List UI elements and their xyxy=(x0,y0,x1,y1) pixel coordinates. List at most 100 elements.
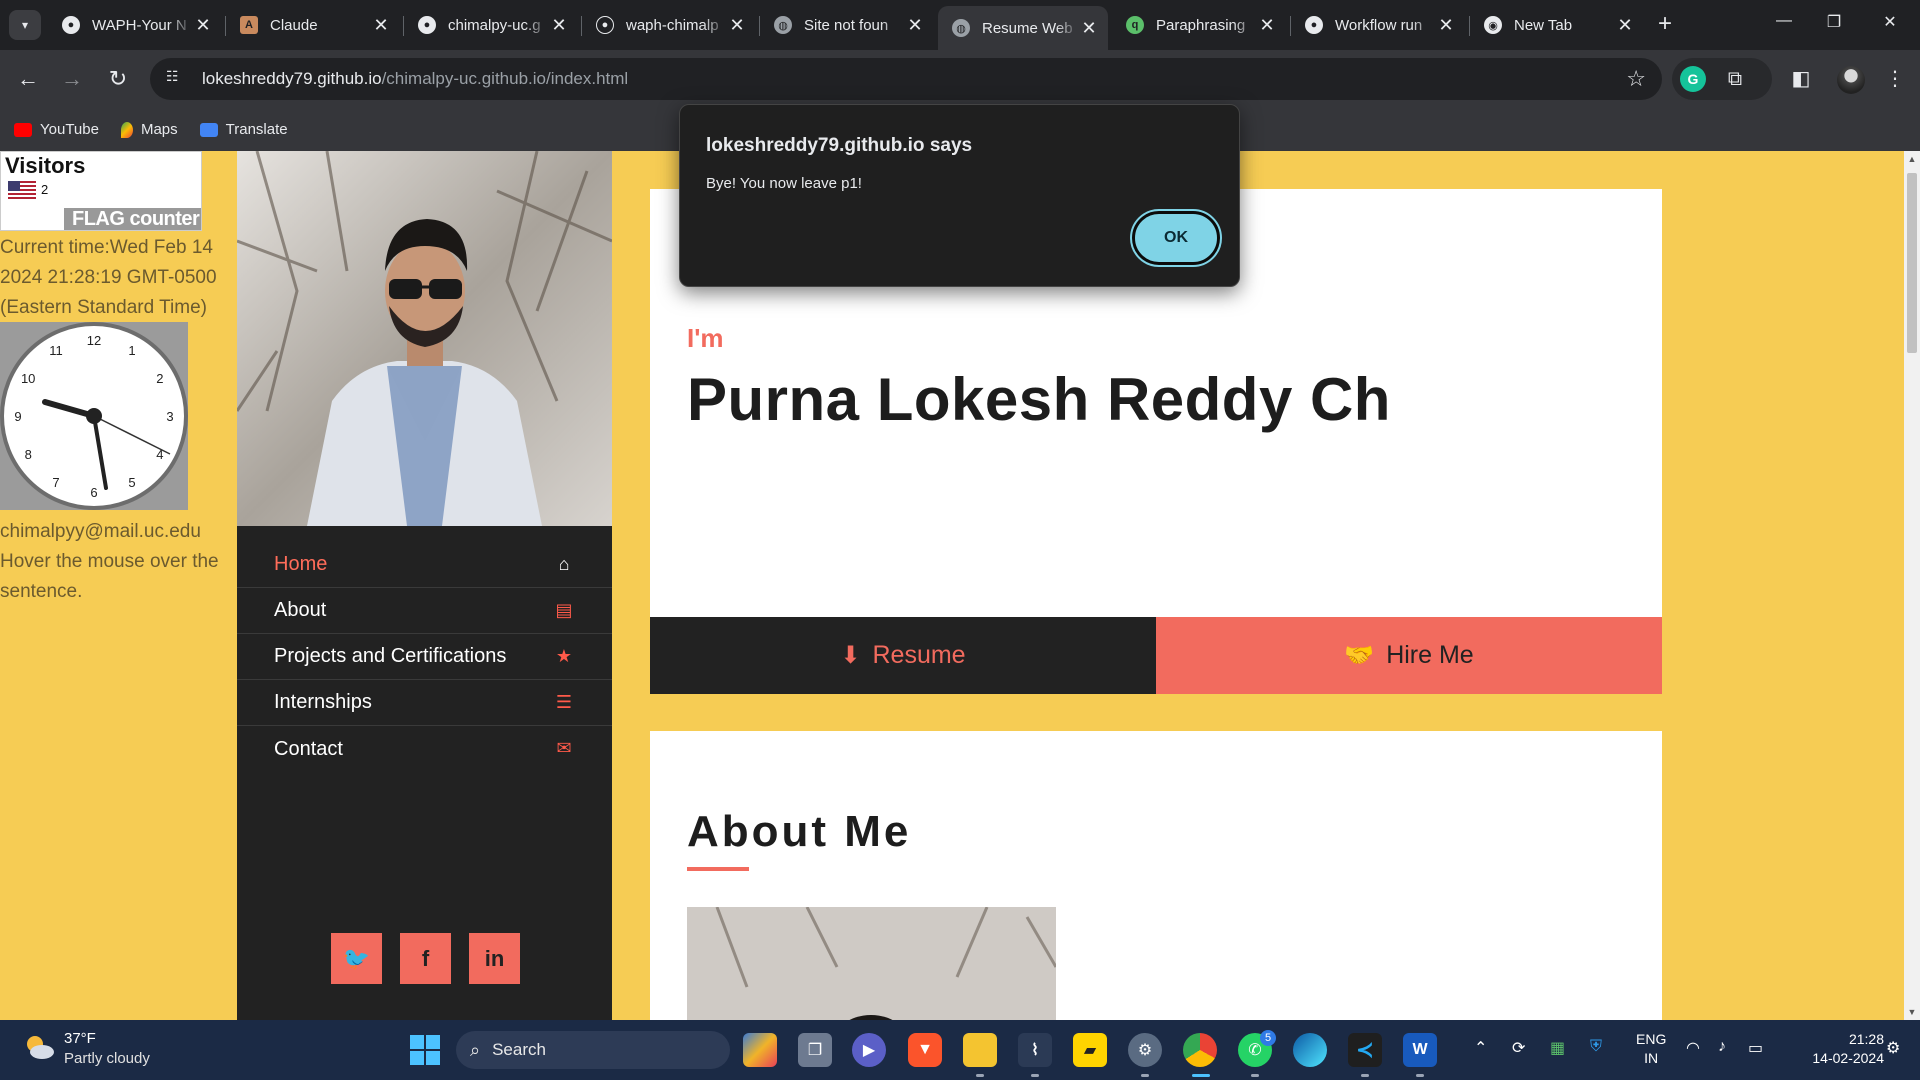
scroll-up-icon[interactable]: ▲ xyxy=(1904,154,1920,164)
new-tab-button[interactable]: + xyxy=(1652,12,1678,38)
linkedin-button[interactable]: in xyxy=(469,933,520,984)
word-icon[interactable]: W xyxy=(1403,1033,1437,1067)
close-icon[interactable]: ✕ xyxy=(550,15,568,36)
weather-description[interactable]: Partly cloudy xyxy=(64,1050,150,1067)
globe-icon: ◍ xyxy=(952,19,970,37)
close-icon[interactable]: ✕ xyxy=(1616,15,1634,36)
settings-gear-icon[interactable]: ⚙ xyxy=(1128,1033,1162,1067)
grammarly-icon[interactable]: G xyxy=(1680,66,1706,92)
system-clock[interactable]: 21:28 14-02-2024 xyxy=(1812,1030,1884,1068)
tab-search-button[interactable]: ▾ xyxy=(9,10,41,40)
tab-site-not-found[interactable]: ◍ Site not foun ✕ xyxy=(760,8,934,42)
scrollbar-thumb[interactable] xyxy=(1907,173,1917,353)
scroll-down-icon[interactable]: ▼ xyxy=(1904,1007,1920,1017)
close-icon[interactable]: ✕ xyxy=(194,15,212,36)
github-icon: ● xyxy=(1305,16,1323,34)
bookmark-label: YouTube xyxy=(40,121,99,138)
hire-me-button[interactable]: 🤝 Hire Me xyxy=(1156,617,1662,694)
wifi-icon[interactable]: ◠ xyxy=(1686,1038,1700,1058)
close-icon[interactable]: ✕ xyxy=(1437,15,1455,36)
brave-browser-icon[interactable]: ▼ xyxy=(908,1033,942,1067)
start-button[interactable] xyxy=(410,1035,440,1065)
about-photo xyxy=(687,907,1056,1020)
clock-numeral: 7 xyxy=(52,475,59,490)
sync-icon[interactable]: ⟳ xyxy=(1512,1038,1525,1058)
tab-claude[interactable]: A Claude ✕ xyxy=(226,8,400,42)
minimize-button[interactable]: — xyxy=(1772,12,1796,36)
restore-button[interactable]: ❐ xyxy=(1822,12,1846,36)
security-shield-icon[interactable]: ⛨ xyxy=(1590,1038,1602,1056)
close-icon[interactable]: ✕ xyxy=(728,15,746,36)
tab-waph[interactable]: ● WAPH-Your N ✕ xyxy=(48,8,222,42)
email-text: chimalpyy@mail.uc.edu xyxy=(0,521,201,542)
bookmark-maps[interactable]: Maps xyxy=(120,121,178,138)
tab-waph-chimalpy[interactable]: ● waph-chimalp ✕ xyxy=(582,8,756,42)
weather-temperature[interactable]: 37°F xyxy=(64,1030,96,1047)
language-indicator[interactable]: ENG IN xyxy=(1636,1030,1666,1068)
kebab-menu-icon[interactable]: ⋮ xyxy=(1882,66,1908,92)
tab-title: New Tab xyxy=(1514,16,1573,34)
vscode-icon[interactable]: ≺ xyxy=(1348,1033,1382,1067)
sidebar-nav: Home ⌂ About ▤ Projects and Certificatio… xyxy=(237,542,612,772)
bookmark-star-icon[interactable]: ☆ xyxy=(1626,66,1646,92)
language-code: ENG xyxy=(1636,1031,1667,1047)
site-info-icon[interactable]: ☷ xyxy=(166,68,188,90)
clock-numeral: 8 xyxy=(25,447,32,462)
tab-resume-web[interactable]: ◍ Resume Web ✕ xyxy=(938,6,1108,50)
sidebar-item-home[interactable]: Home ⌂ xyxy=(237,542,612,588)
page-scrollbar[interactable]: ▲ ▼ xyxy=(1904,151,1920,1020)
sidebar-item-contact[interactable]: Contact ✉ xyxy=(237,726,612,772)
sticky-notes-icon[interactable]: ▰ xyxy=(1073,1033,1107,1067)
github-icon: ● xyxy=(596,16,614,34)
volume-icon[interactable]: ♪ xyxy=(1718,1038,1726,1056)
windows-logo-icon xyxy=(410,1035,424,1049)
tab-workflow-run[interactable]: ● Workflow run ✕ xyxy=(1291,8,1465,42)
file-explorer-icon[interactable] xyxy=(963,1033,997,1067)
edge-icon[interactable] xyxy=(1293,1033,1327,1067)
avatar[interactable] xyxy=(1837,66,1865,94)
tab-chimalpy-uc[interactable]: ● chimalpy-uc.g ✕ xyxy=(404,8,578,42)
close-window-button[interactable]: ✕ xyxy=(1878,12,1902,36)
close-icon[interactable]: ✕ xyxy=(906,15,924,36)
forward-button[interactable]: → xyxy=(58,65,86,93)
social-links: 🐦 f in xyxy=(331,933,520,984)
facebook-button[interactable]: f xyxy=(400,933,451,984)
sidebar-item-label: About xyxy=(274,599,327,621)
dialog-ok-button[interactable]: OK xyxy=(1130,209,1222,267)
task-view-icon[interactable]: ❐ xyxy=(798,1033,832,1067)
tab-paraphrasing[interactable]: q Paraphrasing ✕ xyxy=(1112,8,1286,42)
download-icon: ⬇ xyxy=(840,642,861,669)
chrome-icon[interactable] xyxy=(1183,1033,1217,1067)
side-panel-icon[interactable]: ◧ xyxy=(1788,66,1814,92)
twitter-button[interactable]: 🐦 xyxy=(331,933,382,984)
sidebar-item-internships[interactable]: Internships ☰ xyxy=(237,680,612,726)
taskbar-search[interactable]: ⌕ Search xyxy=(456,1031,730,1069)
close-icon[interactable]: ✕ xyxy=(1258,15,1276,36)
close-icon[interactable]: ✕ xyxy=(1080,18,1098,39)
partly-cloudy-icon[interactable] xyxy=(22,1032,56,1062)
notifications-icon[interactable]: ⚙ xyxy=(1886,1038,1900,1058)
back-button[interactable]: ← xyxy=(14,65,42,93)
hover-hint-text[interactable]: Hover the mouse over the sentence. xyxy=(0,547,236,607)
app-tray-icon[interactable]: ▦ xyxy=(1550,1038,1565,1058)
bookmark-youtube[interactable]: YouTube xyxy=(14,121,99,138)
clock-numeral: 9 xyxy=(14,409,21,424)
teams-chat-icon[interactable]: ▶ xyxy=(852,1033,886,1067)
hero-name: Purna Lokesh Reddy Ch xyxy=(687,366,1391,433)
address-bar[interactable]: ☷ lokeshreddy79.github.io/chimalpy-uc.gi… xyxy=(150,58,1662,100)
bookmark-translate[interactable]: Translate xyxy=(199,121,288,138)
copilot-icon[interactable] xyxy=(743,1033,777,1067)
close-icon[interactable]: ✕ xyxy=(372,15,390,36)
battery-icon[interactable]: ▭ xyxy=(1748,1038,1763,1058)
sidebar-item-about[interactable]: About ▤ xyxy=(237,588,612,634)
current-time: Current time:Wed Feb 14 2024 21:28:19 GM… xyxy=(0,237,217,318)
resume-button[interactable]: ⬇ Resume xyxy=(650,617,1156,694)
wireshark-icon[interactable]: ⌇ xyxy=(1018,1033,1052,1067)
flag-counter-widget[interactable]: Visitors 2 FLAG counter xyxy=(0,151,202,231)
sidebar-item-projects[interactable]: Projects and Certifications ★ xyxy=(237,634,612,680)
chevron-up-icon[interactable]: ⌃ xyxy=(1474,1038,1487,1058)
extensions-puzzle-icon[interactable]: ⧉ xyxy=(1722,66,1748,92)
tab-new-tab[interactable]: ◉ New Tab ✕ xyxy=(1470,8,1644,42)
reload-button[interactable]: ↻ xyxy=(104,65,132,93)
search-icon: ⌕ xyxy=(470,1039,481,1060)
